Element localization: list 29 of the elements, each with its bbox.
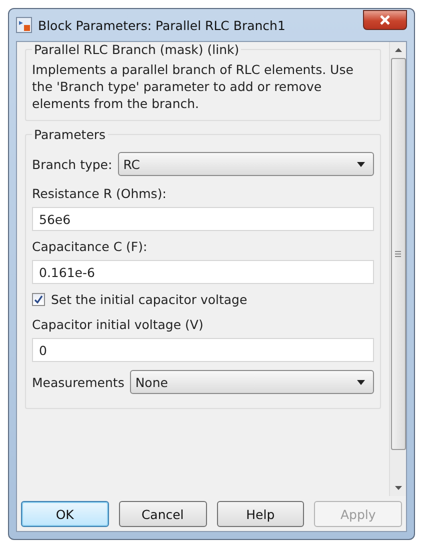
description-text: Implements a parallel branch of RLC elements. Use the 'Branch type' parameter to add or remove elements from the branch.	[32, 61, 354, 112]
input-field[interactable]: 56e6	[32, 207, 374, 231]
block-icon	[16, 17, 32, 33]
field-label: Capacitor initial voltage (V)	[32, 317, 204, 332]
group-title: Parallel RLC Branch (mask) (link)	[33, 42, 240, 57]
field-label: Measurements	[32, 374, 124, 390]
input-field[interactable]: 0	[32, 338, 374, 362]
checkbox-label: Set the initial capacitor voltage	[51, 292, 248, 307]
field-label: Branch type:	[32, 156, 112, 172]
scrollbar[interactable]	[389, 42, 406, 496]
dialog-button[interactable]: Help	[216, 501, 304, 527]
dialog-button[interactable]: Cancel	[118, 501, 206, 527]
grip-icon	[395, 251, 401, 257]
window-title: Block Parameters: Parallel RLC Branch1	[38, 18, 286, 32]
dialog-button[interactable]: OK	[21, 501, 109, 527]
group-title: Parameters	[33, 127, 107, 142]
caret-icon	[357, 162, 365, 166]
dropdown[interactable]: RC	[118, 152, 374, 176]
input-field[interactable]: 0.161e-6	[32, 260, 374, 284]
scroll-up-icon	[394, 48, 402, 52]
close-button[interactable]	[363, 10, 407, 30]
caret-icon	[357, 380, 365, 384]
field-label: Capacitance C (F):	[32, 239, 148, 254]
close-icon	[380, 15, 390, 25]
checkbox[interactable]	[32, 293, 45, 306]
dropdown[interactable]: None	[130, 370, 374, 394]
scroll-thumb[interactable]	[390, 58, 406, 450]
scroll-down-icon	[394, 486, 402, 490]
field-label: Resistance R (Ohms):	[32, 186, 168, 201]
